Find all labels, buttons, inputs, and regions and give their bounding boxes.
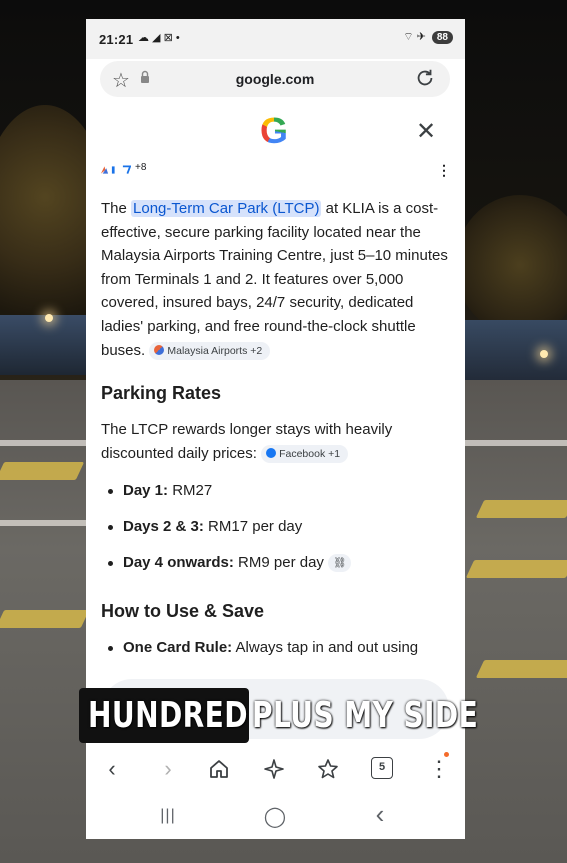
airport-icon bbox=[154, 344, 165, 355]
source-chip-label: Malaysia Airports +2 bbox=[167, 344, 263, 357]
list-item: Day 1: RM27 bbox=[101, 481, 453, 501]
reload-icon[interactable] bbox=[414, 67, 436, 89]
close-icon[interactable]: ✕ bbox=[416, 117, 436, 146]
rates-list: Day 1: RM27 Days 2 & 3: RM17 per day Day… bbox=[101, 481, 453, 573]
rate-value: RM9 per day bbox=[233, 554, 324, 572]
rate-value: RM27 bbox=[168, 482, 213, 500]
road-stripe bbox=[465, 560, 567, 578]
street-light bbox=[45, 314, 53, 322]
ai-overview-header: G ✕ bbox=[86, 107, 465, 159]
road-stripe bbox=[0, 462, 85, 480]
home-icon[interactable] bbox=[208, 758, 230, 780]
how-to-use-heading: How to Use & Save bbox=[101, 601, 265, 622]
save-list: One Card Rule: Always tap in and out usi… bbox=[101, 638, 453, 658]
google-logo-icon: G bbox=[260, 110, 289, 151]
intro-paragraph: The Long-Term Car Park (LTCP) at KLIA is… bbox=[101, 197, 453, 362]
system-navigation-bar: ||| ◯ ‹ bbox=[86, 794, 465, 839]
parking-rates-heading: Parking Rates bbox=[101, 383, 222, 404]
ai-sparkle-icon[interactable] bbox=[263, 758, 285, 780]
battery-indicator: 88 bbox=[431, 30, 453, 44]
address-bar[interactable]: ☆ google.com bbox=[100, 61, 450, 97]
caption-text-1: HUNDRED bbox=[88, 695, 248, 736]
road-stripe bbox=[475, 660, 567, 678]
building-left bbox=[0, 315, 86, 375]
status-right: ⌔ ✈ 88 bbox=[403, 30, 453, 44]
road-stripe bbox=[475, 500, 567, 518]
caption-segment-2: PLUS MY SIDE bbox=[252, 688, 542, 743]
source-chip[interactable]: Malaysia Airports +2 bbox=[149, 341, 271, 360]
wifi-airplane-icons: ⌔ ✈ bbox=[403, 31, 426, 43]
source-favicon-icon bbox=[100, 166, 109, 174]
rate-label: Days 2 & 3: bbox=[123, 518, 204, 536]
bookmark-add-icon[interactable] bbox=[317, 758, 339, 780]
url-domain[interactable]: google.com bbox=[100, 71, 450, 87]
source-favicon-icon bbox=[122, 165, 131, 174]
road-line bbox=[0, 520, 86, 526]
notification-icons: ☁ ◢ ⊠ • bbox=[138, 32, 180, 44]
caption-segment-1: HUNDRED bbox=[79, 688, 249, 743]
recents-icon[interactable]: ||| bbox=[153, 807, 183, 825]
rate-label: Day 4 onwards: bbox=[123, 554, 234, 572]
source-favicons[interactable]: +8 bbox=[100, 161, 146, 179]
tip-value: Always tap in and out using bbox=[232, 639, 419, 657]
notification-dot bbox=[444, 752, 449, 757]
facebook-icon bbox=[266, 447, 277, 458]
road-line bbox=[465, 440, 567, 446]
intro-text-start: The bbox=[101, 200, 132, 217]
tabs-count-icon[interactable]: 5 bbox=[371, 757, 393, 779]
status-time: 21:21 bbox=[99, 32, 134, 47]
road-stripe bbox=[0, 610, 90, 628]
list-item: Day 4 onwards: RM9 per day ⛓ bbox=[101, 553, 453, 573]
street-light bbox=[540, 350, 548, 358]
ai-overview-content: The Long-Term Car Park (LTCP) at KLIA is… bbox=[101, 197, 453, 658]
menu-icon[interactable]: ⋮ bbox=[425, 755, 453, 783]
back-button-icon[interactable]: ‹ bbox=[365, 799, 395, 830]
source-chip-label: Facebook +1 bbox=[279, 447, 341, 460]
more-sources-count: +8 bbox=[135, 161, 147, 173]
source-chip[interactable]: Facebook +1 bbox=[261, 444, 349, 463]
back-icon[interactable]: ‹ bbox=[98, 755, 126, 783]
road-line bbox=[0, 440, 86, 446]
rate-value: RM17 per day bbox=[203, 518, 303, 536]
rates-paragraph: The LTCP rewards longer stays with heavi… bbox=[101, 418, 453, 465]
list-item: Days 2 & 3: RM17 per day bbox=[101, 517, 453, 537]
tip-label: One Card Rule: bbox=[123, 639, 233, 657]
list-item: One Card Rule: Always tap in and out usi… bbox=[101, 638, 453, 658]
forward-icon[interactable]: › bbox=[154, 755, 182, 783]
rates-text: The LTCP rewards longer stays with heavi… bbox=[101, 421, 393, 462]
link-chip[interactable]: ⛓ bbox=[328, 554, 352, 573]
caption-text-2: PLUS MY SIDE bbox=[252, 695, 479, 736]
rate-label: Day 1: bbox=[123, 482, 169, 500]
ltcp-highlight[interactable]: Long-Term Car Park (LTCP) bbox=[131, 200, 322, 217]
status-bar: 21:21 ☁ ◢ ⊠ • ⌔ ✈ 88 bbox=[86, 19, 465, 59]
browser-bottom-toolbar: ‹ › 5 ⋮ bbox=[86, 746, 465, 791]
more-options-icon[interactable]: ⋮ bbox=[437, 162, 451, 179]
home-button-icon[interactable]: ◯ bbox=[260, 804, 290, 829]
source-favicon-icon bbox=[111, 166, 115, 174]
intro-text-rest: at KLIA is a cost-effective, secure park… bbox=[101, 200, 448, 359]
